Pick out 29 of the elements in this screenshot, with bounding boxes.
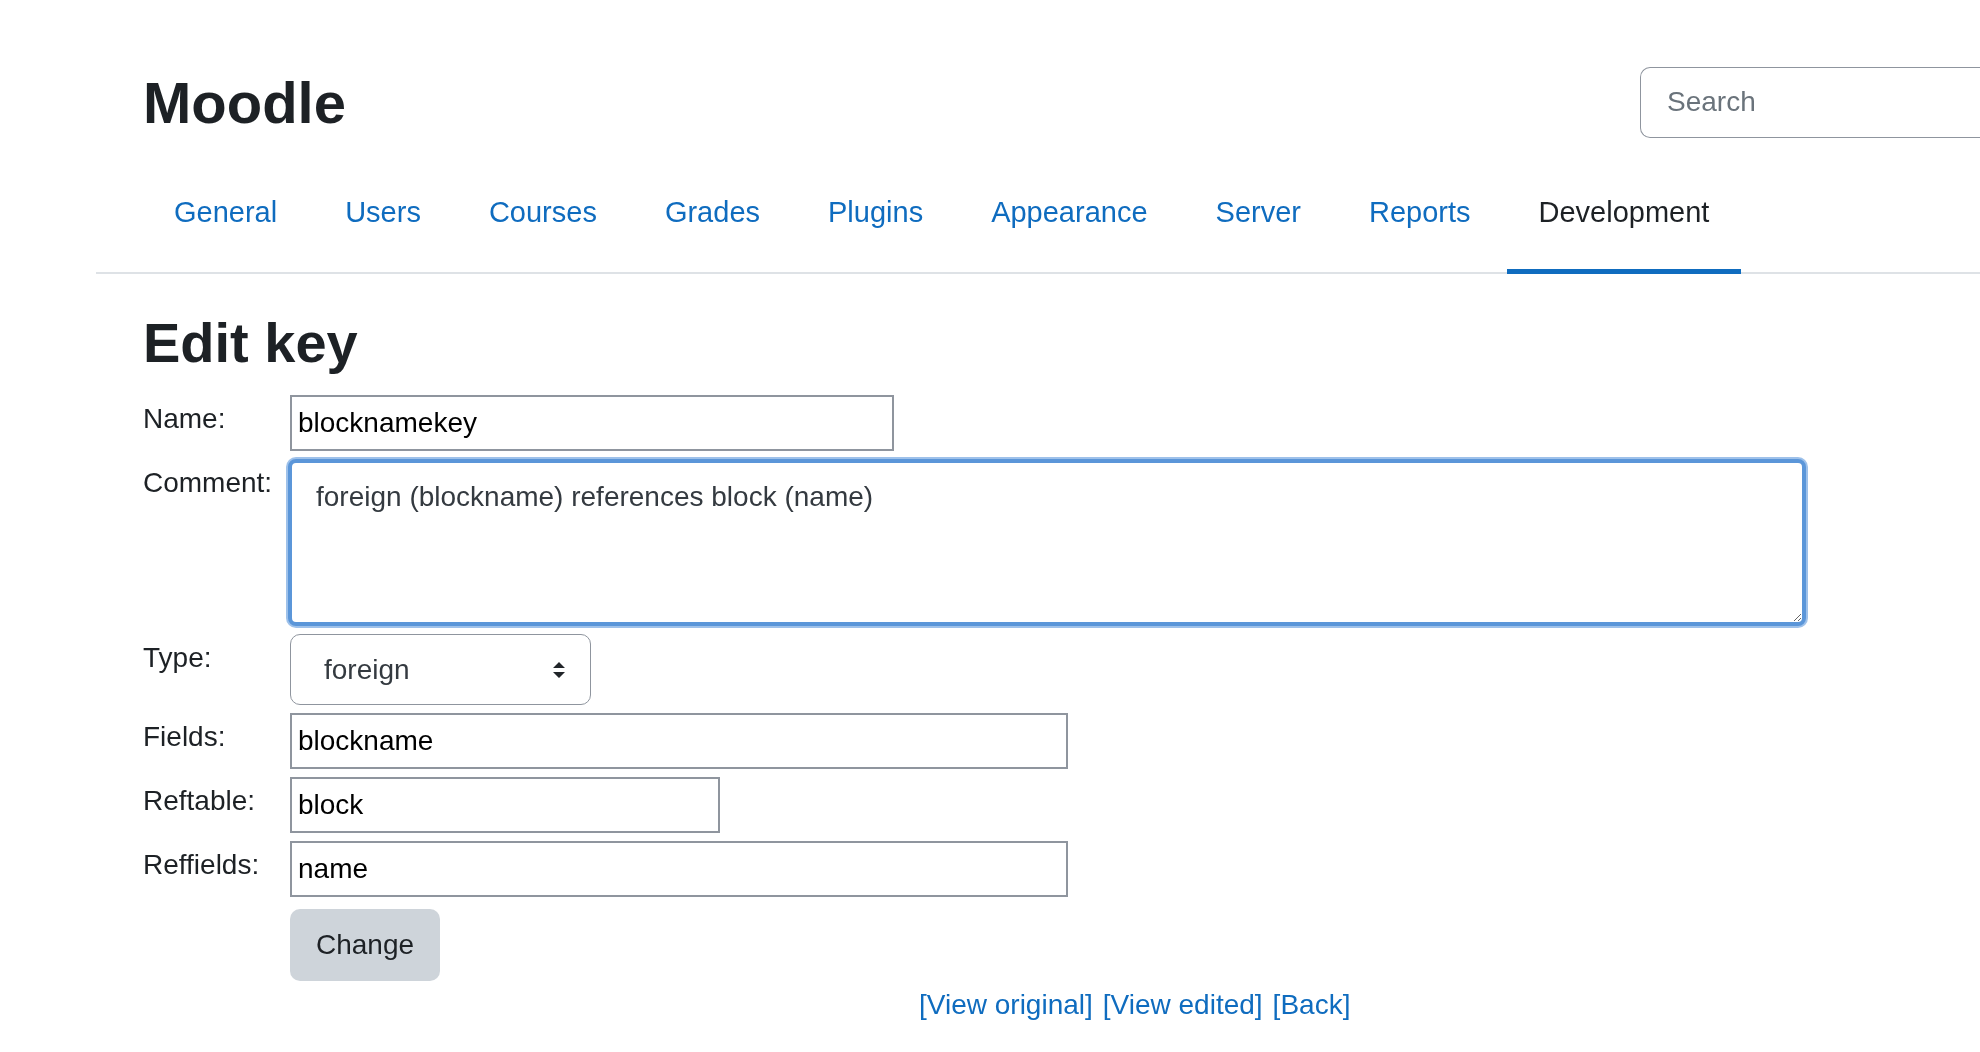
text-field[interactable]: blocknamekey: [290, 395, 894, 451]
nav-tab[interactable]: Users: [313, 174, 453, 274]
nav-tab[interactable]: Development: [1506, 174, 1742, 274]
field-label: Name:: [143, 402, 227, 435]
text-field[interactable]: name: [290, 841, 1068, 897]
change-button[interactable]: Change: [290, 909, 441, 981]
search-field[interactable]: Search: [1640, 66, 1980, 138]
nav-tab[interactable]: Server: [1183, 174, 1333, 274]
field-label: Reftable:: [143, 784, 257, 817]
nav-tab[interactable]: Reports: [1336, 174, 1503, 274]
text-field[interactable]: blockname: [290, 713, 1068, 769]
nav-link[interactable]: [View original]: [919, 989, 1093, 1021]
field-label: Fields:: [143, 720, 227, 753]
nav-link[interactable]: [Back]: [1272, 989, 1351, 1021]
page-heading: Edit key: [143, 310, 359, 375]
field-label: Comment:: [143, 466, 274, 499]
type-dropdown[interactable]: foreign: [290, 634, 591, 705]
nav-tab[interactable]: Courses: [456, 174, 629, 274]
site-title: Moodle: [143, 68, 346, 136]
field-label: Reffields:: [143, 848, 261, 881]
comment-field[interactable]: foreign (blockname) references block (name): [288, 459, 1806, 626]
text-field[interactable]: block: [290, 777, 720, 833]
nav-link[interactable]: [View edited]: [1102, 989, 1263, 1021]
nav-tab[interactable]: General: [142, 174, 310, 274]
sort-arrows-icon: [552, 659, 566, 680]
nav-tab[interactable]: Plugins: [796, 174, 956, 274]
nav-tab[interactable]: Grades: [632, 174, 792, 274]
nav-tab[interactable]: Appearance: [959, 174, 1180, 274]
field-label: Type:: [143, 641, 213, 674]
